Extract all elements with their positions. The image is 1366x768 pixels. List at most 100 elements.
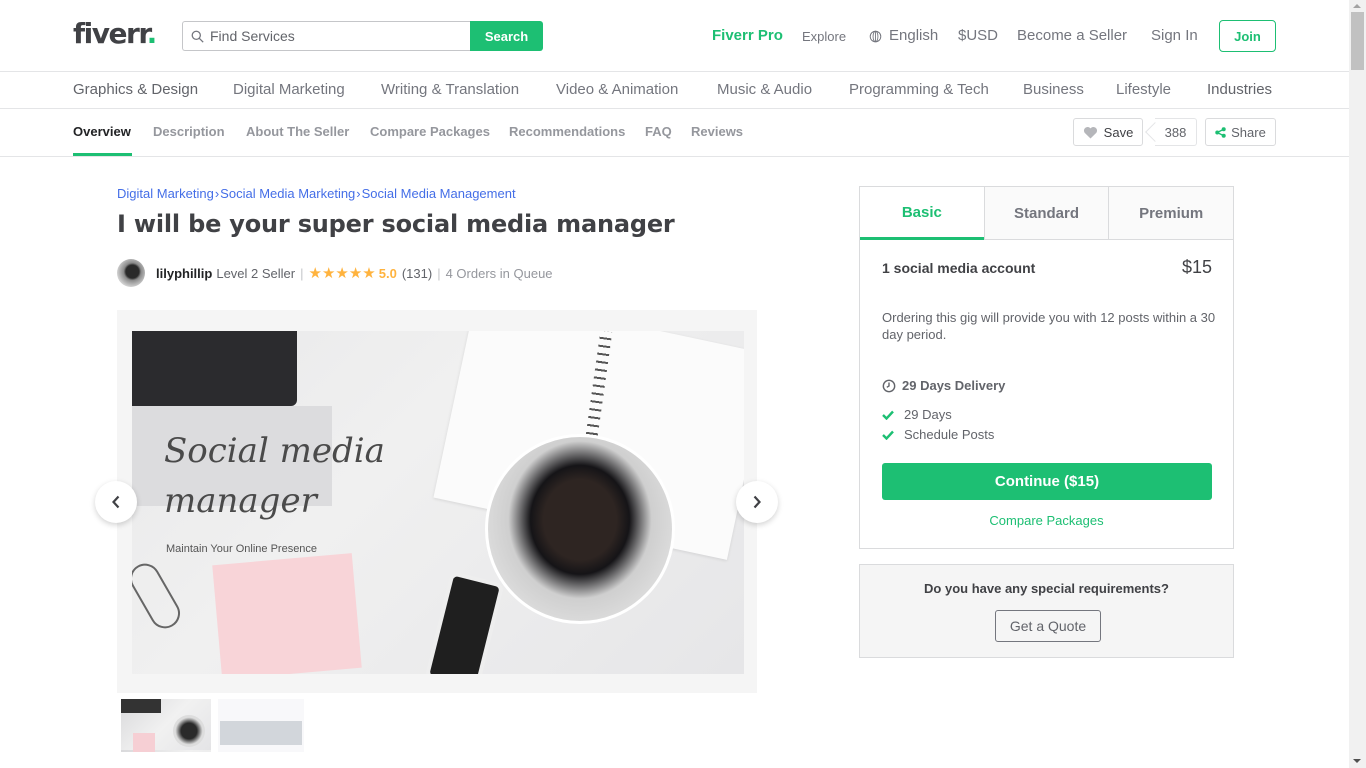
category-item[interactable]: Digital Marketing bbox=[233, 81, 345, 98]
nav-become-seller[interactable]: Become a Seller bbox=[1017, 27, 1127, 45]
fiverr-logo[interactable]: fiverr. bbox=[73, 17, 158, 50]
image-tagline: Maintain Your Online Presence bbox=[166, 543, 318, 555]
search-placeholder: Find Services bbox=[210, 28, 295, 44]
package-tab-basic[interactable]: Basic bbox=[860, 187, 984, 240]
logo-dot: . bbox=[146, 17, 158, 50]
search-input[interactable]: Find Services bbox=[182, 21, 470, 51]
gallery-thumbnail[interactable] bbox=[218, 699, 304, 752]
category-item[interactable]: Graphics & Design bbox=[73, 81, 198, 98]
star-rating-icon: ★★★★★ bbox=[308, 265, 376, 282]
share-label: Share bbox=[1231, 124, 1266, 140]
tab-overview[interactable]: Overview bbox=[73, 124, 131, 139]
join-button[interactable]: Join bbox=[1219, 20, 1276, 52]
tab-faq[interactable]: FAQ bbox=[645, 124, 672, 139]
tab-recommendations[interactable]: Recommendations bbox=[509, 124, 625, 139]
nav-sign-in[interactable]: Sign In bbox=[1151, 27, 1198, 45]
compare-packages-link[interactable]: Compare Packages bbox=[860, 513, 1233, 528]
checkmark-icon bbox=[882, 410, 894, 420]
continue-button[interactable]: Continue ($15) bbox=[882, 463, 1212, 500]
checkmark-icon bbox=[882, 430, 894, 440]
search-bar: Find Services Search bbox=[182, 21, 543, 51]
breadcrumb-separator: › bbox=[356, 186, 361, 201]
feature-label: 29 Days bbox=[904, 407, 952, 422]
gig-title: I will be your super social media manage… bbox=[117, 210, 675, 238]
thumbnail-detail bbox=[173, 715, 205, 747]
breadcrumb-item[interactable]: Social Media Management bbox=[362, 186, 516, 201]
thumbnail-detail bbox=[121, 699, 161, 713]
package-card: Basic Standard Premium 1 social media ac… bbox=[859, 186, 1234, 549]
tab-reviews[interactable]: Reviews bbox=[691, 124, 743, 139]
delivery-time: 29 Days Delivery bbox=[882, 378, 1005, 393]
language-label: English bbox=[889, 27, 939, 44]
thumbnail-detail bbox=[220, 721, 302, 745]
nav-fiverr-pro[interactable]: Fiverr Pro bbox=[712, 27, 783, 45]
category-item[interactable]: Programming & Tech bbox=[849, 81, 989, 98]
breadcrumb-item[interactable]: Social Media Marketing bbox=[220, 186, 355, 201]
keyboard-image bbox=[132, 331, 297, 406]
category-item[interactable]: Lifestyle bbox=[1116, 81, 1171, 98]
breadcrumb-item[interactable]: Digital Marketing bbox=[117, 186, 214, 201]
chevron-right-icon bbox=[753, 495, 761, 509]
quote-question: Do you have any special requirements? bbox=[924, 581, 1169, 596]
category-item[interactable]: Video & Animation bbox=[556, 81, 678, 98]
phone-image bbox=[424, 570, 505, 674]
feature-label: Schedule Posts bbox=[904, 427, 995, 442]
package-feature: Schedule Posts bbox=[882, 427, 994, 442]
gallery-next-button[interactable] bbox=[736, 481, 778, 523]
save-label: Save bbox=[1103, 124, 1134, 140]
language-selector[interactable]: English bbox=[869, 27, 938, 45]
orders-in-queue: 4 Orders in Queue bbox=[445, 265, 553, 281]
delivery-label: 29 Days Delivery bbox=[902, 378, 1006, 393]
category-item[interactable]: Writing & Translation bbox=[381, 81, 519, 98]
top-header: fiverr. Find Services Search Fiverr Pro … bbox=[0, 0, 1349, 72]
scroll-down-arrow[interactable] bbox=[1353, 759, 1361, 763]
breadcrumb: Digital Marketing›Social Media Marketing… bbox=[117, 186, 516, 201]
breadcrumb-separator: › bbox=[214, 186, 220, 201]
image-headline: manager bbox=[164, 481, 317, 521]
get-quote-button[interactable]: Get a Quote bbox=[995, 610, 1101, 642]
package-tab-standard[interactable]: Standard bbox=[983, 187, 1109, 240]
currency-selector[interactable]: $USD bbox=[958, 27, 998, 45]
seller-avatar[interactable] bbox=[117, 259, 145, 287]
gig-gallery: Social media manager Maintain Your Onlin… bbox=[117, 310, 757, 693]
search-icon bbox=[191, 30, 204, 43]
share-button[interactable]: Share bbox=[1205, 118, 1276, 146]
page-scrollbar[interactable] bbox=[1349, 0, 1366, 768]
package-price: $15 bbox=[1181, 257, 1212, 277]
clock-icon bbox=[882, 379, 896, 392]
divider: | bbox=[300, 265, 304, 281]
save-button[interactable]: Save bbox=[1073, 118, 1143, 146]
scrollbar-thumb[interactable] bbox=[1351, 12, 1364, 70]
tab-description[interactable]: Description bbox=[153, 124, 225, 139]
share-icon bbox=[1215, 126, 1226, 138]
package-feature: 29 Days bbox=[882, 407, 952, 422]
tab-compare-packages[interactable]: Compare Packages bbox=[370, 124, 490, 139]
tab-about-seller[interactable]: About The Seller bbox=[246, 124, 349, 139]
custom-quote-box: Do you have any special requirements? Ge… bbox=[859, 564, 1234, 658]
category-item[interactable]: Music & Audio bbox=[717, 81, 812, 98]
gallery-main-image[interactable]: Social media manager Maintain Your Onlin… bbox=[132, 331, 744, 674]
category-item[interactable]: Business bbox=[1023, 81, 1084, 98]
rating-score: 5.0 bbox=[378, 265, 397, 281]
gallery-prev-button[interactable] bbox=[95, 481, 137, 523]
nav-explore[interactable]: Explore bbox=[802, 28, 846, 46]
seller-username[interactable]: lilyphillip bbox=[156, 266, 212, 281]
divider: | bbox=[437, 265, 441, 281]
package-tabs: Basic Standard Premium bbox=[860, 187, 1234, 240]
package-tab-premium[interactable]: Premium bbox=[1108, 187, 1234, 240]
search-button[interactable]: Search bbox=[470, 21, 543, 51]
gallery-thumbnail[interactable] bbox=[121, 699, 211, 752]
ratings-count[interactable]: (131) bbox=[402, 266, 432, 281]
thumbnail-detail bbox=[133, 733, 155, 752]
paperclip-image bbox=[132, 558, 186, 634]
gig-section-nav: Overview Description About The Seller Co… bbox=[0, 109, 1349, 157]
category-menu: Graphics & Design Digital Marketing Writ… bbox=[0, 72, 1349, 109]
save-count: 388 bbox=[1155, 118, 1197, 146]
category-item[interactable]: Industries bbox=[1207, 81, 1272, 98]
scroll-up-arrow[interactable] bbox=[1353, 4, 1361, 8]
heart-icon bbox=[1083, 126, 1097, 139]
active-tab-indicator bbox=[73, 153, 132, 156]
package-description: Ordering this gig will provide you with … bbox=[882, 310, 1216, 342]
package-name: 1 social media account bbox=[882, 260, 1036, 276]
seller-level: Level 2 Seller bbox=[216, 265, 296, 281]
